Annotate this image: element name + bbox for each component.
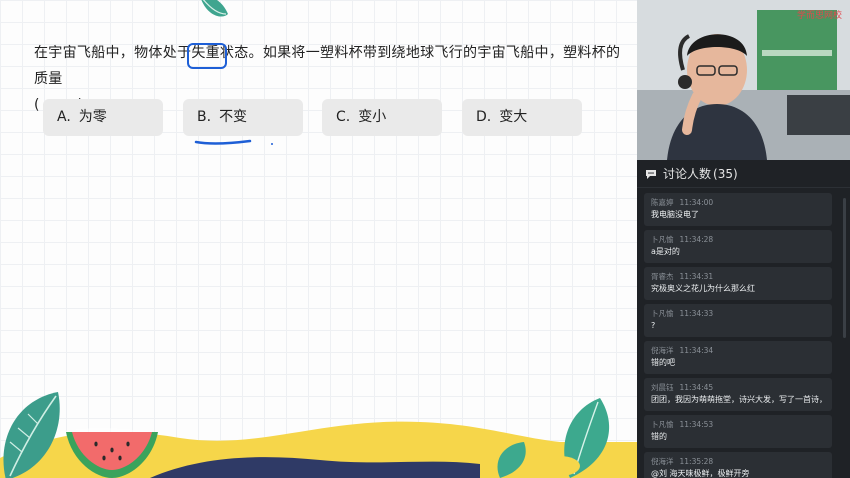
message-user: 卜凡愉 <box>651 420 674 429</box>
question-text-before: 在宇宙飞船中，物体处于 <box>34 45 192 61</box>
discussion-title: 讨论人数 <box>663 167 712 181</box>
option-d-letter: D. <box>476 109 492 125</box>
option-d-button[interactable]: D. 变大 <box>462 99 582 136</box>
message-text: ? <box>651 321 656 330</box>
message-text: @刘 海天味极鲜，极鲜开旁 <box>651 469 750 478</box>
message-time: 11:34:45 <box>679 383 714 392</box>
option-a-letter: A. <box>57 109 71 125</box>
message-list[interactable]: 陈嘉婷 11:34:00 我电脑没电了 卜凡愉 11:34:28 a是对的 胥睿杰 1… <box>644 193 832 478</box>
option-a-button[interactable]: A. 为零 <box>43 99 163 136</box>
discussion-count: (35) <box>713 166 738 181</box>
message-user: 卜凡愉 <box>651 235 674 244</box>
option-d-text: 变大 <box>499 109 528 125</box>
message-item: 倪海洋 11:34:34 错的吧 <box>644 341 832 374</box>
message-text: 错的 <box>651 432 667 441</box>
discussion-header: 讨论人数 (35) <box>637 160 850 188</box>
message-text: 究极奥义之花儿为什么那么红 <box>651 284 755 293</box>
message-text: 错的吧 <box>651 358 675 367</box>
leaf-decoration-bottom-right <box>497 398 610 478</box>
message-item: 卜凡愉 11:34:28 a是对的 <box>644 230 832 263</box>
message-time: 11:34:31 <box>679 272 714 281</box>
message-user: 倪海洋 <box>651 346 674 355</box>
message-text: a是对的 <box>651 247 680 256</box>
message-user: 胥睿杰 <box>651 272 674 281</box>
message-user: 倪海洋 <box>651 457 674 466</box>
option-c-button[interactable]: C. 变小 <box>322 99 442 136</box>
message-item: 刘晨钰 11:34:45 团团，我因为萌萌拖堂，诗兴大发，写了一首诗，请您鉴赏 <box>644 378 832 411</box>
message-text: 团团，我因为萌萌拖堂，诗兴大发，写了一首诗，请您鉴赏 <box>651 395 826 404</box>
option-b-letter: B. <box>197 109 212 125</box>
message-time: 11:34:28 <box>679 235 714 244</box>
annotation-box <box>187 43 228 69</box>
message-user: 刘晨钰 <box>651 383 674 392</box>
chat-bubble-icon <box>646 169 656 179</box>
option-c-text: 变小 <box>358 109 387 125</box>
message-text: 我电脑没电了 <box>651 210 699 219</box>
option-b-button[interactable]: B. 不变 <box>183 99 303 136</box>
message-item: 倪海洋 11:35:28 @刘 海天味极鲜，极鲜开旁 <box>644 452 832 478</box>
message-time: 11:34:34 <box>679 346 714 355</box>
message-time: 11:35:28 <box>679 457 714 466</box>
message-user: 卜凡愉 <box>651 309 674 318</box>
message-time: 11:34:33 <box>679 309 714 318</box>
classroom-background <box>637 0 850 160</box>
message-item: 卜凡愉 11:34:53 错的 <box>644 415 832 448</box>
watermelon-decoration <box>66 432 158 478</box>
message-time: 11:34:00 <box>679 198 714 207</box>
message-item: 胥睿杰 11:34:31 究极奥义之花儿为什么那么红 <box>644 267 832 300</box>
message-time: 11:34:53 <box>679 420 714 429</box>
annotation-underline <box>194 139 273 145</box>
leaf-decoration-top <box>201 0 228 17</box>
teacher-video: 学而思网校 <box>637 0 850 160</box>
slide-canvas: 在宇宙飞船中，物体处于 失重状态。如果将一塑料杯带到绕地球飞行的宇宙飞船中，塑料杯… <box>0 0 637 478</box>
option-b-text: 不变 <box>219 109 248 125</box>
watermark-logo: 学而思网校 <box>796 11 842 21</box>
discussion-panel: 讨论人数 (35) 陈嘉婷 11:34:00 我电脑没电了 卜凡愉 11:34:28… <box>637 160 850 478</box>
message-user: 陈嘉婷 <box>651 198 674 207</box>
option-c-letter: C. <box>336 109 351 125</box>
question-highlight: 失重状 <box>187 43 234 69</box>
message-item: 陈嘉婷 11:34:00 我电脑没电了 <box>644 193 832 226</box>
message-item: 卜凡愉 11:34:33 ? <box>644 304 832 337</box>
chat-scrollbar[interactable] <box>843 198 846 338</box>
option-a-text: 为零 <box>78 109 107 125</box>
